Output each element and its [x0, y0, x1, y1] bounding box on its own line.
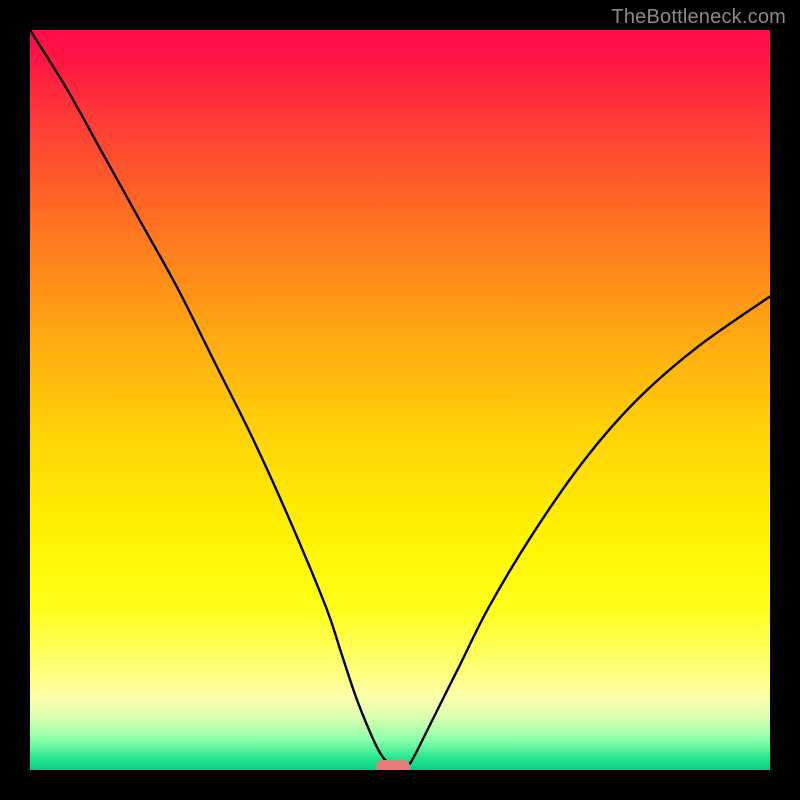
- watermark-text: TheBottleneck.com: [611, 6, 786, 29]
- bottleneck-curve: [30, 30, 770, 770]
- curve-path: [30, 30, 770, 768]
- optimal-point-marker: [376, 760, 410, 770]
- plot-area: [30, 30, 770, 770]
- chart-container: TheBottleneck.com: [0, 0, 800, 800]
